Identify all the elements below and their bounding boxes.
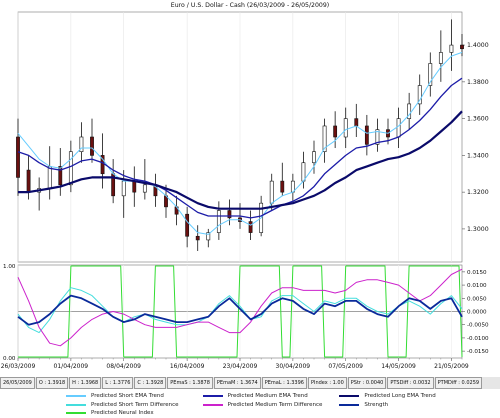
legend-item: Strength <box>339 401 476 409</box>
status-cell: H : 1.3968 <box>69 377 102 389</box>
price-y-tick-label: 1.3600 <box>467 116 489 123</box>
status-cell: PStr : 0.0040 <box>347 377 387 389</box>
status-cell: PEmaS : 1.3878 <box>167 377 213 389</box>
candle-body <box>132 180 137 193</box>
legend-label: Predicted Neural Index <box>91 410 154 417</box>
legend-swatch <box>66 412 86 415</box>
candle-body <box>280 180 285 193</box>
status-bar: 26/05/2009 O : 1.3918 H : 1.3968 L : 1.3776… <box>0 377 500 389</box>
legend-swatch <box>66 395 86 397</box>
candle-body <box>90 136 94 156</box>
status-cell: PEmaL : 1.3396 <box>261 377 307 389</box>
status-cell: PIndex : 1.00 <box>307 377 347 389</box>
legend-item: Predicted Neural Index <box>66 409 203 417</box>
candle-body <box>269 180 274 204</box>
legend-label: Strength <box>364 401 389 408</box>
price-y-tick-label: 1.3400 <box>467 152 489 159</box>
indicator-y-tick-label: 0.0050 <box>467 296 487 302</box>
legend-item: Predicted Short Term Difference <box>66 401 203 409</box>
legend-item: Predicted Long EMA Trend <box>339 392 476 400</box>
candle-body <box>354 118 359 127</box>
x-tick-label: 08/04/2009 <box>106 363 141 370</box>
indicator-y-tick-label: 0.0100 <box>467 283 487 289</box>
candle-body <box>26 169 31 193</box>
legend-label: Predicted Short Term Difference <box>91 401 179 408</box>
candle-body <box>195 235 200 241</box>
status-cell: L : 1.3776 <box>102 377 134 389</box>
legend-item: Predicted Short EMA Trend <box>66 392 203 400</box>
candle-body <box>343 118 348 138</box>
indicator-y-tick-label: -0.0150 <box>467 349 489 355</box>
legend-label: Predicted Medium EMA Trend <box>227 393 308 399</box>
status-cell: PTMDiff : 0.0259 <box>434 377 483 389</box>
legend: Predicted Short EMA Trend Predicted Mediu… <box>66 392 476 418</box>
legend-swatch <box>339 395 360 397</box>
x-tick-label: 30/04/2009 <box>276 363 311 370</box>
neural-index-tick-label: 1.00 <box>3 264 16 270</box>
status-cell: 26/05/2009 <box>0 377 35 389</box>
chart-title: Euro / U.S. Dollar - Cash (26/03/2009 - … <box>171 2 329 9</box>
candle-body <box>185 213 190 237</box>
indicator-y-tick-label: 0.0000 <box>467 310 487 316</box>
legend-swatch <box>202 395 223 397</box>
indicator-y-tick-label: -0.0050 <box>467 323 489 329</box>
neural-index-tick-label: 0.00 <box>3 356 16 362</box>
price-y-tick-label: 1.4000 <box>467 42 489 49</box>
legend-label: Predicted Long EMA Trend <box>364 393 436 399</box>
candle-body <box>216 210 221 233</box>
candle-body <box>312 151 316 164</box>
legend-swatch <box>66 403 86 406</box>
status-cell: C : 1.3928 <box>134 377 167 389</box>
legend-item: Predicted Medium EMA Trend <box>202 392 340 400</box>
legend-label: Predicted Short EMA Trend <box>91 393 164 399</box>
candle-body <box>68 151 73 186</box>
x-tick-label: 01/04/2009 <box>54 363 89 370</box>
x-tick-label: 14/05/2009 <box>381 363 416 370</box>
x-tick-label: 21/05/2009 <box>434 363 469 370</box>
chart-root: Euro / U.S. Dollar - Cash (26/03/2009 - … <box>1 2 489 370</box>
x-tick-label: 16/04/2009 <box>170 363 205 370</box>
candle-body <box>248 221 253 233</box>
candle-body <box>227 210 232 219</box>
price-y-tick-label: 1.3200 <box>467 189 489 196</box>
candle-body <box>438 52 443 64</box>
indicator-y-tick-label: -0.0100 <box>467 336 489 342</box>
candle-body <box>333 125 338 138</box>
indicator-y-tick-label: 0.0150 <box>467 270 487 276</box>
status-cell: PEmaM : 1.3674 <box>213 377 261 389</box>
price-y-tick-label: 1.3000 <box>467 226 489 233</box>
status-cell: PTSDiff : 0.0032 <box>387 377 434 389</box>
candle-body <box>16 136 20 178</box>
legend-swatch <box>202 403 223 406</box>
price-y-tick-label: 1.3800 <box>467 79 489 86</box>
candle-body <box>47 166 52 189</box>
candle-body <box>121 180 126 197</box>
candle-body <box>449 44 454 53</box>
candle-body <box>396 118 401 138</box>
candle-body <box>142 184 147 193</box>
candle-body <box>364 125 369 145</box>
legend-label: Predicted Medium Term Difference <box>227 401 323 408</box>
candle-body <box>301 162 306 182</box>
x-tick-label: 07/05/2009 <box>328 363 363 370</box>
x-tick-label: 23/04/2009 <box>223 363 258 370</box>
candle-body <box>460 44 464 50</box>
legend-item: Predicted Medium Term Difference <box>202 401 340 409</box>
status-cell: O : 1.3918 <box>35 377 69 389</box>
legend-swatch <box>339 403 360 406</box>
x-tick-label: 26/03/2009 <box>1 363 36 370</box>
